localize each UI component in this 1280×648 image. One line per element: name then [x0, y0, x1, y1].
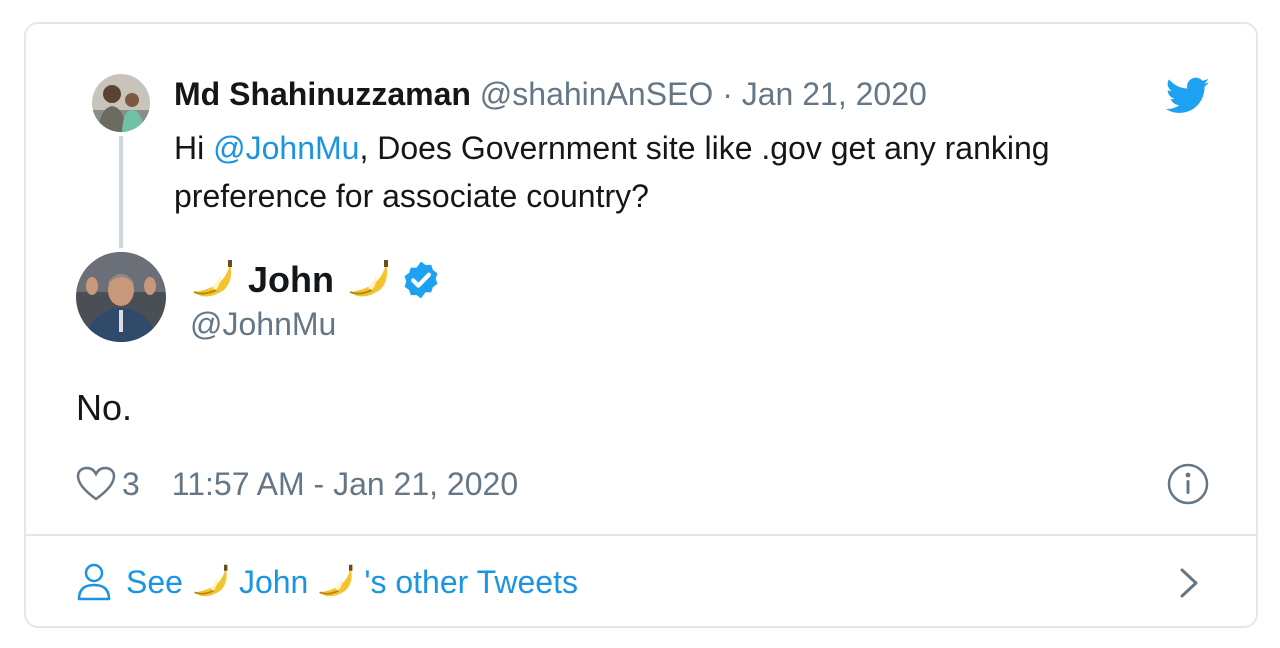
parent-tweet-header: Md Shahinuzzaman @shahinAnSEO · Jan 21, … — [174, 74, 927, 114]
heart-icon[interactable] — [76, 466, 116, 502]
verified-badge-icon — [400, 259, 442, 301]
footer-suffix: 's other Tweets — [364, 563, 578, 600]
header-separator: · — [722, 76, 733, 112]
footer-author-name: John — [238, 563, 309, 600]
person-icon — [76, 562, 112, 602]
like-count[interactable]: 3 — [122, 466, 140, 503]
see-other-tweets-link[interactable]: See John 's other Tweets — [76, 560, 578, 604]
banana-emoji-icon — [316, 563, 356, 601]
author-handle[interactable]: @JohnMu — [190, 302, 336, 346]
parent-author-name[interactable]: Md Shahinuzzaman — [174, 76, 471, 112]
tweet-timestamp[interactable]: 11:57 AM - Jan 21, 2020 — [172, 466, 518, 503]
tweet-embed-card: Md Shahinuzzaman @shahinAnSEO · Jan 21, … — [24, 22, 1258, 628]
twitter-bird-icon[interactable] — [1165, 76, 1210, 116]
parent-tweet-date[interactable]: Jan 21, 2020 — [742, 76, 927, 112]
author-avatar[interactable] — [76, 252, 166, 342]
parent-author-handle[interactable]: @shahinAnSEO — [480, 76, 714, 112]
author-name[interactable]: John — [248, 259, 334, 301]
banana-emoji-icon — [190, 258, 236, 302]
tweet-text: No. — [76, 387, 133, 428]
see-label: See — [126, 563, 183, 600]
chevron-right-icon[interactable] — [1176, 564, 1202, 602]
banana-emoji-icon — [346, 258, 392, 302]
mention-link[interactable]: @JohnMu — [213, 130, 359, 166]
parent-author-avatar[interactable] — [92, 74, 150, 132]
parent-text-prefix: Hi — [174, 130, 214, 166]
banana-emoji-icon — [191, 563, 231, 601]
thread-connector-line — [119, 136, 123, 248]
card-divider — [26, 534, 1256, 536]
parent-tweet-text: Hi @JohnMu, Does Government site like .g… — [174, 124, 1154, 220]
author-name-row[interactable]: John — [190, 254, 442, 306]
tweet-meta-row: 3 11:57 AM - Jan 21, 2020 — [76, 462, 518, 506]
info-icon[interactable] — [1166, 462, 1210, 506]
